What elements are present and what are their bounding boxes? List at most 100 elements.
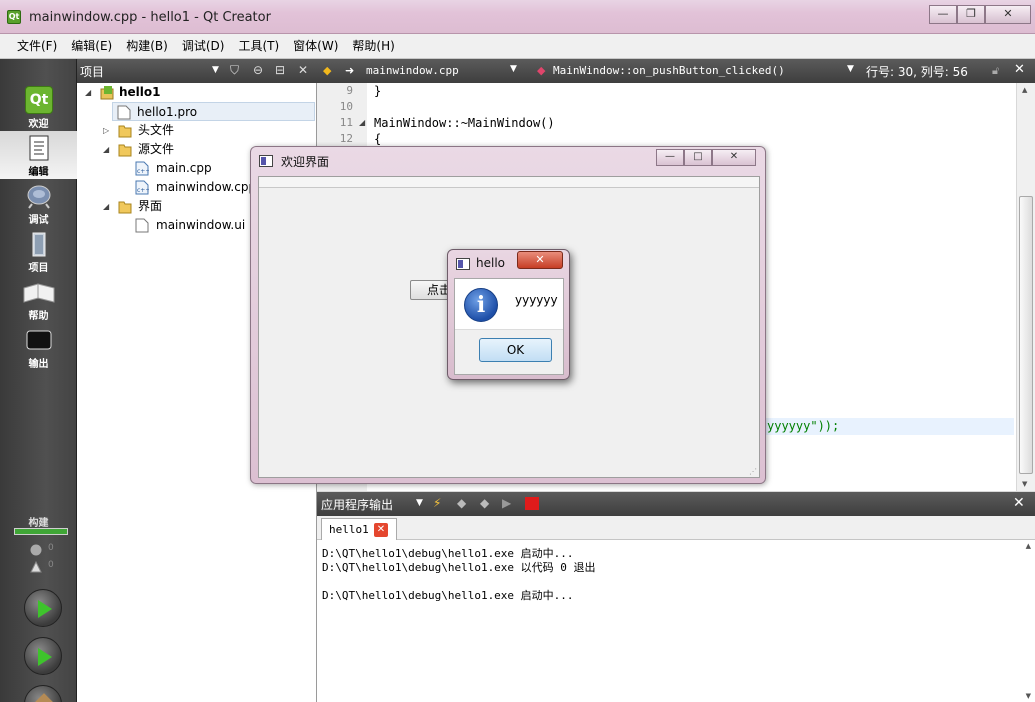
menu-edit[interactable]: 编辑(E) [64,34,119,58]
close-button[interactable]: ✕ [712,149,756,166]
ok-button[interactable]: OK [479,338,552,362]
project-panel-header: 项目 ▼ ⛉ ⊖ ⊟ ✕ [77,59,317,83]
menu-debug[interactable]: 调试(D) [175,34,232,58]
cpp-file-icon: c++ [135,161,150,176]
play-icon [38,600,52,618]
qt-creator-app-icon: Qt [7,10,21,24]
scroll-down-icon[interactable]: ▼ [1022,480,1027,488]
maximize-button[interactable]: □ [684,149,712,166]
menu-window[interactable]: 窗体(W) [286,34,345,58]
chevron-down-icon[interactable]: ▼ [212,65,219,75]
scroll-up-icon[interactable]: ▲ [1022,86,1027,94]
window-icon [259,155,273,167]
build-progress-bar [14,528,68,535]
menu-build[interactable]: 构建(B) [119,34,175,58]
debug-run-button[interactable] [24,637,62,675]
output-monitor-icon [25,326,53,354]
previous-item-icon[interactable]: ◆ [457,496,466,510]
build-button[interactable] [24,685,62,702]
next-item-icon[interactable]: ◆ [480,496,489,510]
close-document-icon[interactable]: ✕ [1014,62,1025,77]
mode-output[interactable]: 输出 [0,323,77,371]
link-icon[interactable]: ⊖ [253,63,263,77]
warning-indicator-icon[interactable] [30,560,42,573]
stop-icon[interactable] [525,497,539,510]
output-tab-hello1[interactable]: hello1 ✕ [321,518,397,540]
code-line-fragment: yyyyyy")); [767,419,840,433]
scrollbar-thumb[interactable] [1019,196,1033,474]
output-tabs: hello1 ✕ [317,516,1035,540]
forward-arrow-icon[interactable]: ➜ [345,64,354,77]
close-tab-icon[interactable]: ✕ [374,523,388,537]
play-icon[interactable]: ▶ [502,496,511,510]
folder-icon [118,123,132,138]
close-button[interactable]: ✕ [985,5,1031,24]
code-line: { [374,132,382,146]
qt-project-icon [100,85,114,100]
window-icon [456,258,470,270]
close-icon[interactable]: ✕ [1013,495,1025,511]
menu-file[interactable]: 文件(F) [10,34,64,58]
back-arrow-icon[interactable]: ◆ [323,64,331,77]
file-selector[interactable]: mainwindow.cpp [366,64,459,77]
fold-marker-icon[interactable]: ◢ [359,118,365,127]
expand-arrow-icon[interactable]: ◢ [103,197,109,216]
qt-logo-icon: Qt [25,86,53,114]
lock-icon[interactable]: 🔓︎ [992,64,999,78]
mode-debug[interactable]: 调试 [0,179,77,227]
folder-icon [118,199,132,214]
maximize-button[interactable]: ❐ [957,5,985,24]
help-book-icon [23,278,55,306]
close-icon[interactable]: ✕ [298,63,308,77]
tree-item-hello1-pro[interactable]: hello1.pro [112,102,315,121]
menu-bar: 文件(F) 编辑(E) 构建(B) 调试(D) 工具(T) 窗体(W) 帮助(H… [0,34,1035,59]
size-grip-icon[interactable]: ⋰ [749,467,757,476]
rerun-icon[interactable]: ⚡ [433,496,441,510]
tree-item-hello1[interactable]: ◢ hello1 [85,83,285,102]
error-indicator-icon[interactable] [30,544,42,556]
output-pane-title[interactable]: 应用程序输出 [321,496,393,513]
minimize-button[interactable]: — [656,149,684,166]
editor-scrollbar[interactable]: ▲ ▼ [1016,83,1035,491]
symbol-selector[interactable]: MainWindow::on_pushButton_clicked() [553,64,785,77]
minimize-button[interactable]: — [929,5,957,24]
cpp-file-icon: c++ [135,180,150,195]
hammer-icon [34,693,54,702]
scroll-up-icon[interactable]: ▲ [1026,542,1031,550]
line-number: 9 [346,84,353,97]
mode-welcome[interactable]: Qt 欢迎 [0,83,77,131]
warning-count: 0 [48,560,54,570]
mode-edit[interactable]: 编辑 [0,131,77,179]
line-number: 10 [339,100,353,113]
output-console[interactable]: D:\QT\hello1\debug\hello1.exe 启动中... D:\… [317,540,1035,702]
run-button[interactable] [24,589,62,627]
scroll-down-icon[interactable]: ▼ [1026,692,1031,700]
chevron-down-icon[interactable]: ▼ [416,498,423,508]
expand-arrow-icon[interactable]: ◢ [85,83,91,102]
close-button[interactable]: ✕ [517,251,563,269]
collapse-arrow-icon[interactable]: ▷ [103,121,109,140]
project-view-selector[interactable]: 项目 [80,63,104,80]
filter-icon[interactable]: ⛉ [230,63,239,78]
svg-text:c++: c++ [137,187,149,194]
expand-arrow-icon[interactable]: ◢ [103,140,109,159]
mode-help[interactable]: 帮助 [0,275,77,323]
debug-play-icon [38,648,52,666]
mode-bar: Qt 欢迎 编辑 调试 项目 帮助 输出 构建 0 0 [0,59,77,702]
mode-projects[interactable]: 项目 [0,227,77,275]
chevron-down-icon[interactable]: ▼ [847,64,854,74]
build-progress-label: 构建 [28,518,49,529]
menu-tools[interactable]: 工具(T) [231,34,286,58]
split-icon[interactable]: ⊟ [275,63,285,77]
menu-help[interactable]: 帮助(H) [345,34,401,58]
error-count: 0 [48,543,54,553]
window-title: mainwindow.cpp - hello1 - Qt Creator [29,10,271,25]
information-icon: i [464,288,498,322]
tree-item-headers[interactable]: ▷ 头文件 [103,121,303,140]
debug-bug-icon [25,182,53,210]
title-bar: Qt mainwindow.cpp - hello1 - Qt Creator … [0,0,1035,34]
message-box-title: hello [476,256,505,270]
code-line: MainWindow::~MainWindow() [374,116,555,130]
chevron-down-icon[interactable]: ▼ [510,64,517,74]
method-icon: ◆ [537,64,546,77]
